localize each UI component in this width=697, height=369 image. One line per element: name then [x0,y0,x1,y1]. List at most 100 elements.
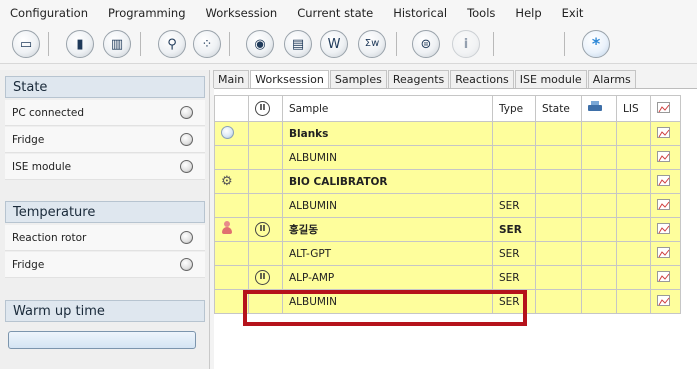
graph-icon[interactable] [657,126,670,138]
graph-icon[interactable] [657,246,670,258]
tab-samples[interactable]: Samples [329,70,387,88]
rotor-samples-icon[interactable]: ▥ [103,30,131,58]
menu-configuration[interactable]: Configuration [10,6,88,20]
tab-ise-module[interactable]: ISE module [514,70,587,88]
print-cell [581,241,617,266]
print-cell [581,121,617,146]
row-icon-cell [214,265,249,290]
tab-reactions[interactable]: Reactions [450,70,514,88]
w-icon[interactable]: W [320,30,348,58]
tab-main[interactable]: Main [213,70,250,88]
header-print [581,95,617,122]
toolbar-separator [493,32,494,56]
menu-tools[interactable]: Tools [467,6,495,20]
menu-historical[interactable]: Historical [393,6,447,20]
table-header-row: II Sample Type State LIS [214,95,681,122]
menu-worksession[interactable]: Worksession [206,6,278,20]
temperature-row-reaction-rotor: Reaction rotor [5,225,205,251]
state-label: Fridge [12,133,45,146]
table-row[interactable]: ALBUMIN [214,145,681,170]
eye-icon[interactable]: ◉ [246,30,274,58]
tab-worksession[interactable]: Worksession [250,70,329,88]
print-cell [581,289,617,314]
printer-icon [588,101,602,113]
toolbar-separator [48,32,49,56]
sigma-w-icon[interactable]: Σw [358,30,386,58]
graph-cell[interactable] [650,145,681,170]
analyzer-icon[interactable]: ▭ [12,30,40,58]
state-label: ISE module [12,160,72,173]
row-icon-cell [214,289,249,314]
rotor-icon[interactable]: ▮ [66,30,94,58]
dots-ring-icon[interactable]: ⁘ [193,30,221,58]
row-icon-cell [214,145,249,170]
menu-help[interactable]: Help [515,6,541,20]
graph-icon[interactable] [657,198,670,210]
graph-cell[interactable] [650,217,681,242]
state-cell [535,241,582,266]
header-type[interactable]: Type [492,95,536,122]
table-row[interactable]: ALBUMIN SER [214,193,681,218]
table-row[interactable]: II 홍길동 SER [214,217,681,242]
state-cell [535,193,582,218]
row-status-cell [248,193,283,218]
graph-cell[interactable] [650,241,681,266]
type-cell: SER [492,193,536,218]
warm-up-progress-bar [8,331,196,349]
tab-alarms[interactable]: Alarms [587,70,636,88]
table-row[interactable]: ⚙ BIO CALIBRATOR [214,169,681,194]
type-cell: SER [492,217,536,242]
row-status-cell [248,121,283,146]
table-row[interactable]: Blanks [214,121,681,146]
sample-cell: 홍길동 [282,217,493,242]
header-state[interactable]: State [535,95,582,122]
state-cell [535,265,582,290]
row-status-cell [248,241,283,266]
graph-cell[interactable] [650,121,681,146]
graph-icon[interactable] [657,294,670,306]
gear-icon: ⚙ [221,174,233,189]
info-icon[interactable]: i [452,30,480,58]
document-icon[interactable]: ▤ [284,30,312,58]
graph-icon[interactable] [657,150,670,162]
row-icon-cell [214,217,249,242]
graph-icon[interactable] [657,222,670,234]
table-row[interactable]: II ALP-AMP SER [214,265,681,290]
sample-cell: ALT-GPT [282,241,493,266]
worksession-grid: II Sample Type State LIS Blanks ALBUMIN ⚙ B… [214,88,697,369]
sample-cell: BIO CALIBRATOR [282,169,493,194]
row-status-cell [248,169,283,194]
asterisk-icon[interactable]: * [582,30,610,58]
status-panel: State PC connected Fridge ISE module Tem… [0,70,210,369]
sample-cell: ALBUMIN [282,193,493,218]
row-icon-cell [214,241,249,266]
sample-cell: ALP-AMP [282,265,493,290]
header-status-cell: II [248,95,283,122]
header-graph [650,95,681,122]
tube-icon[interactable]: ⚲ [158,30,186,58]
lis-cell [616,217,651,242]
graph-cell[interactable] [650,265,681,290]
print-cell [581,145,617,170]
toolbar-separator [564,32,565,56]
graph-icon[interactable] [657,174,670,186]
tab-reagents[interactable]: Reagents [387,70,450,88]
row-icon-cell [214,121,249,146]
header-sample[interactable]: Sample [282,95,493,122]
database-icon[interactable]: ⊜ [412,30,440,58]
graph-cell[interactable] [650,193,681,218]
graph-cell[interactable] [650,289,681,314]
menu-current-state[interactable]: Current state [297,6,373,20]
print-cell [581,193,617,218]
menu-programming[interactable]: Programming [108,6,186,20]
table-row[interactable]: ALBUMIN SER [214,289,681,314]
menu-exit[interactable]: Exit [562,6,584,20]
status-led-icon [180,160,193,173]
header-lis[interactable]: LIS [616,95,651,122]
lis-cell [616,121,651,146]
graph-cell[interactable] [650,169,681,194]
temperature-label: Reaction rotor [12,231,87,244]
graph-icon[interactable] [657,270,670,282]
table-row[interactable]: ALT-GPT SER [214,241,681,266]
status-led-icon [180,133,193,146]
